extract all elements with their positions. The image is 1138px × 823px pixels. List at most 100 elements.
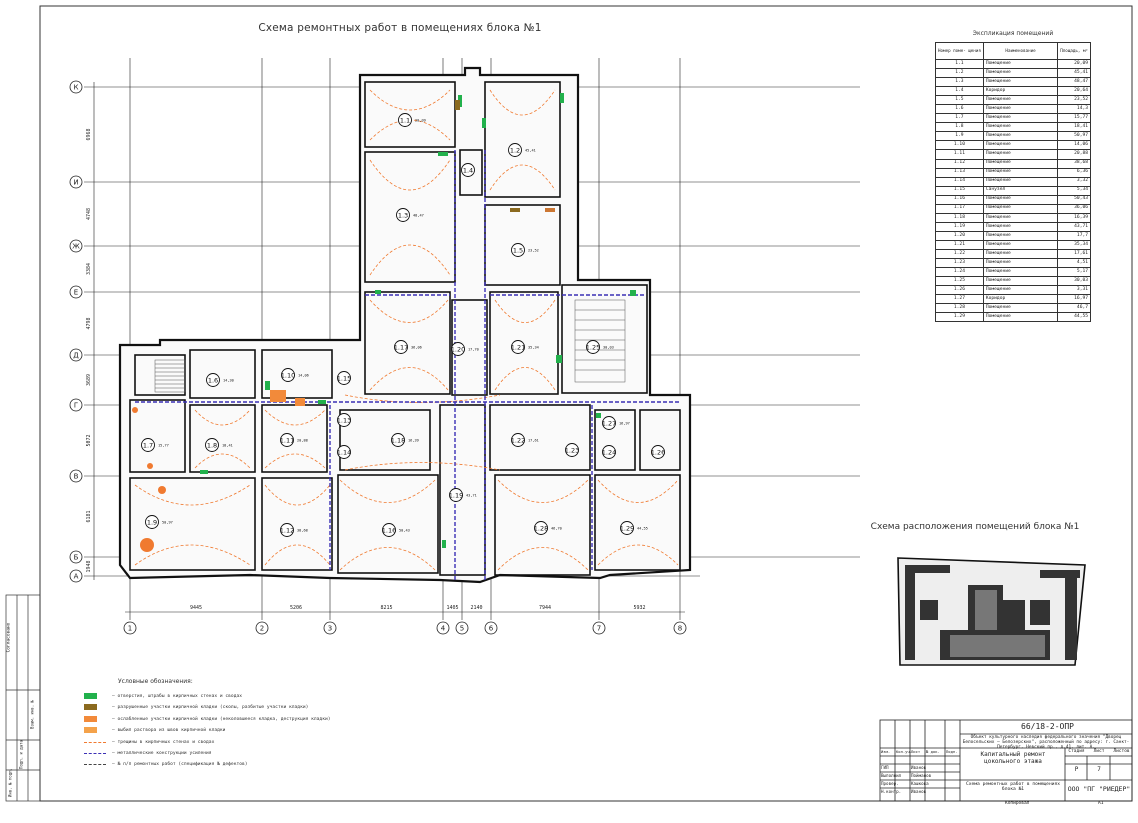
- room-area-label: 20,88: [297, 439, 308, 443]
- row-dimension: 4798: [86, 317, 92, 329]
- legend-text: – разрушенные участки кирпичной кладки (…: [112, 705, 309, 711]
- room-area-label: 43,71: [466, 494, 477, 498]
- table-row: 1.18 Помещение 16,39: [935, 212, 1091, 223]
- room-number-label: 1.13: [337, 416, 351, 424]
- table-row: 1.7 Помещение 15,77: [935, 113, 1091, 124]
- room-number-label: 1.17: [394, 343, 408, 351]
- legend-text: – трещины в кирпичных стенах и сводах: [112, 739, 215, 745]
- room-area-label: 50,43: [399, 529, 410, 533]
- sheet-header: Лист: [1093, 749, 1105, 754]
- row-axis-label: А: [74, 573, 79, 581]
- room-number-label: 1.15: [337, 374, 351, 382]
- row-axis-marker: Е: [69, 285, 83, 299]
- room-marker: 1.4: [461, 163, 475, 177]
- table-row: 1.23 Помещение 4,51: [935, 258, 1091, 269]
- room-number-label: 1.14: [337, 448, 351, 456]
- stage-value: Р: [1074, 766, 1079, 773]
- row-axis-marker: А: [69, 569, 83, 583]
- table-row: 1.15 Санузел 5,34: [935, 185, 1091, 196]
- room-area-label: 35,34: [528, 346, 539, 350]
- change-col-header: Лист: [911, 749, 921, 754]
- room-name: Помещение: [982, 194, 1059, 205]
- inv-label: Инв. № подл.: [7, 768, 13, 797]
- table-row: 1.12 Помещение 38,68: [935, 158, 1091, 169]
- row-axis-label: Г: [74, 402, 78, 410]
- room-area: 38,68: [1057, 158, 1091, 169]
- room-area: 36,06: [1057, 203, 1091, 214]
- room-area: 48,47: [1057, 77, 1091, 88]
- room-area: 14,3: [1057, 104, 1091, 115]
- legend-swatch: [84, 752, 106, 754]
- location-scheme: [897, 557, 1086, 666]
- room-area-label: 16,39: [408, 439, 419, 443]
- legend-text: – отверстия, штрабы в кирпичных стенах и…: [112, 694, 242, 699]
- room-name: Помещение: [982, 267, 1059, 278]
- room-name: Помещение: [982, 303, 1059, 314]
- room-name: Помещение: [982, 212, 1059, 223]
- room-number: 1.29: [935, 312, 984, 323]
- room-area-label: 14,30: [223, 379, 234, 383]
- room-area: 50,97: [1057, 131, 1091, 142]
- legend-swatch: [84, 727, 97, 734]
- col-dimension: 9445: [190, 605, 202, 611]
- drawing-name: Схема ремонтных работ в помещениях блока…: [965, 782, 1061, 793]
- explication-table: Номер поме- щения Наименование Площадь, …: [935, 42, 1091, 323]
- col-axis-label: 2: [260, 625, 264, 633]
- room-area-label: 50,97: [162, 521, 173, 525]
- room-area: 35,34: [1057, 239, 1091, 250]
- room-name: Помещение: [982, 140, 1059, 151]
- col-axis-marker: 5: [455, 621, 469, 635]
- room-area-label: 36,06: [411, 346, 422, 350]
- room-name: Помещение: [982, 203, 1059, 214]
- room-number: 1.21: [935, 239, 984, 250]
- room-area: 18,41: [1057, 122, 1091, 133]
- table-row: 1.14 Помещение 3,32: [935, 176, 1091, 187]
- object-description: Объект культурного наследия федерального…: [962, 735, 1130, 751]
- copied-label: Копировал: [1005, 801, 1030, 806]
- table-row: 1.11 Помещение 20,88: [935, 149, 1091, 160]
- room-area-label: 45,41: [525, 149, 536, 153]
- room-area: 43,71: [1057, 221, 1091, 232]
- col-axis-label: 1: [128, 625, 132, 633]
- col-axis-label: 3: [328, 625, 332, 633]
- room-area: 50,43: [1057, 194, 1091, 205]
- room-area-label: 17,70: [468, 348, 479, 352]
- room-name: Помещение: [982, 122, 1059, 133]
- table-row: 1.10 Помещение 14,06: [935, 140, 1091, 151]
- room-number-label: 1.23: [565, 446, 579, 454]
- table-row: 1.22 Помещение 17,61: [935, 248, 1091, 260]
- signature-name: Иванов: [911, 765, 927, 770]
- signature-role: ГИП: [881, 765, 889, 770]
- room-area: 16,39: [1057, 212, 1091, 223]
- room-number: 1.28: [935, 303, 984, 314]
- room-marker: 1.23: [565, 443, 579, 457]
- room-number: 1.13: [935, 167, 984, 178]
- room-area-label: 17,61: [528, 439, 539, 443]
- room-name: Помещение: [982, 230, 1059, 241]
- change-col-header: Кол.уч.: [896, 749, 913, 754]
- room-number: 1.6: [935, 104, 984, 115]
- table-row: 1.2 Помещение 45,41: [935, 68, 1091, 79]
- col-axis-marker: 1: [123, 621, 137, 635]
- room-name: Помещение: [982, 158, 1059, 169]
- table-row: 1.1 Помещение 20,09: [935, 58, 1091, 70]
- room-name: Санузел: [982, 185, 1059, 196]
- room-number: 1.25: [935, 276, 984, 287]
- signature-role: Выполнил: [881, 773, 902, 778]
- room-number: 1.9: [935, 131, 984, 142]
- room-name: Помещение: [982, 68, 1059, 79]
- room-name: Помещение: [982, 77, 1059, 88]
- room-name: Помещение: [982, 285, 1059, 296]
- legend-item: – № п/п ремонтных работ (спецификация № …: [84, 760, 484, 771]
- room-number-label: 1.29: [620, 524, 634, 532]
- room-number-label: 1.20: [451, 345, 465, 353]
- room-number: 1.27: [935, 294, 984, 305]
- room-area-label: 46,70: [551, 527, 562, 531]
- signature-role: Провер.: [881, 781, 899, 786]
- col-dimension: 5206: [290, 605, 302, 611]
- legend: – отверстия, штрабы в кирпичных стенах и…: [84, 692, 484, 772]
- table-row: 1.21 Помещение 35,34: [935, 239, 1091, 250]
- legend-swatch: [84, 741, 106, 743]
- col-header-area: Площадь, м²: [1057, 42, 1091, 60]
- table-row: 1.8 Помещение 18,41: [935, 122, 1091, 133]
